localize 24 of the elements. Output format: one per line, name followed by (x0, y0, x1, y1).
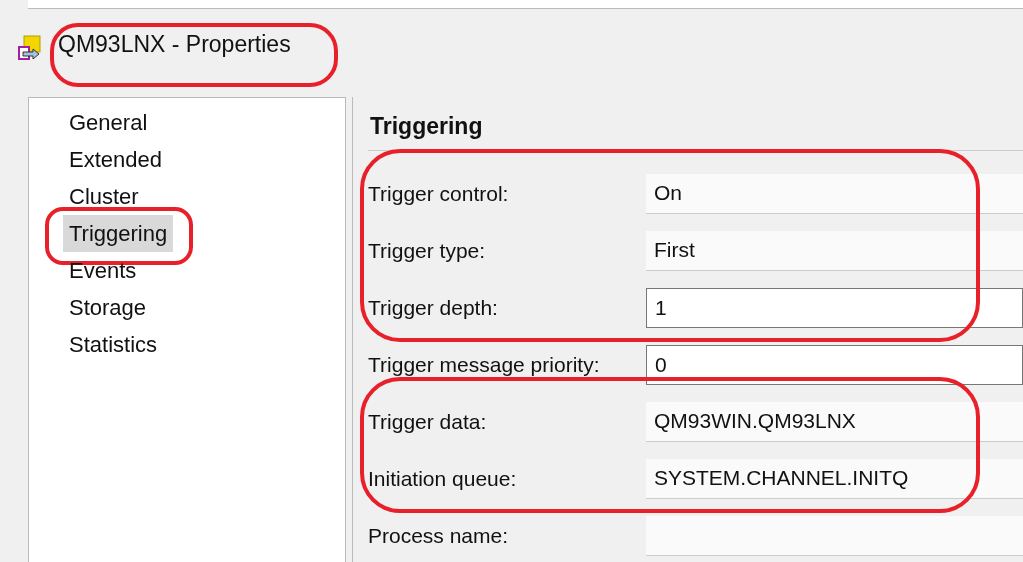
field-label: Trigger type: (368, 238, 487, 263)
section-heading: Triggering (368, 107, 1023, 151)
field-label: Trigger control: (368, 181, 510, 206)
sidebar-item[interactable]: Cluster (63, 178, 145, 215)
window-title: QM93LNX - Properties (57, 30, 291, 59)
sidebar-item[interactable]: Statistics (63, 326, 164, 363)
sidebar-item[interactable]: General (63, 104, 154, 141)
input-field[interactable]: On (646, 173, 1023, 214)
field-label: Initiation queue: (368, 466, 518, 491)
field-label: Trigger depth: (368, 295, 499, 320)
queue-manager-icon (18, 35, 42, 61)
sidebar-item[interactable]: Storage (63, 289, 153, 326)
input-field[interactable]: 1 (646, 287, 1023, 328)
input-field[interactable]: First (646, 230, 1023, 271)
input-field[interactable]: QM93WIN.QM93LNX (646, 401, 1023, 442)
field-label: Trigger message priority: (368, 352, 601, 377)
field-label: Process name: (368, 523, 510, 548)
input-field[interactable]: 0 (646, 344, 1023, 385)
field-label: Trigger data: (368, 409, 488, 434)
sidebar-item[interactable]: Triggering (63, 215, 174, 252)
input-field[interactable]: SYSTEM.CHANNEL.INITQ (646, 458, 1023, 499)
sidebar-item[interactable]: Events (63, 252, 143, 289)
sidebar-item[interactable]: Extended (63, 141, 168, 178)
input-field[interactable] (646, 515, 1023, 556)
